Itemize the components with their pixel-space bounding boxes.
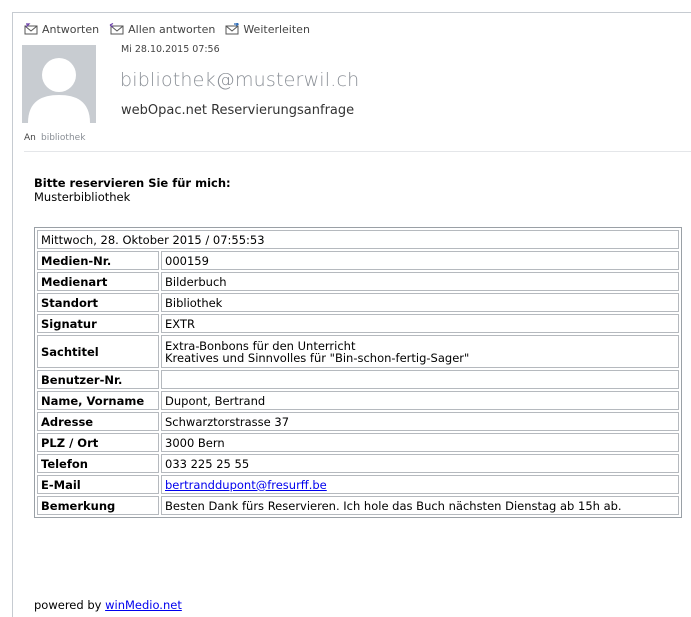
table-row: Adresse Schwarztorstrasse 37 [37,412,679,431]
reservation-timestamp: Mittwoch, 28. Oktober 2015 / 07:55:53 [37,230,679,249]
row-value: Extra-Bonbons für den Unterricht Kreativ… [161,335,679,368]
table-row: Medien-Nr. 000159 [37,251,679,270]
row-key: PLZ / Ort [37,433,159,452]
row-key: Sachtitel [37,335,159,368]
table-row: Telefon 033 225 25 55 [37,454,679,473]
row-value: 3000 Bern [161,433,679,452]
header-divider [24,151,691,152]
message-intro: Bitte reservieren Sie für mich: Musterbi… [34,176,231,204]
row-key: E-Mail [37,475,159,494]
row-key: Medien-Nr. [37,251,159,270]
row-key: Standort [37,293,159,312]
row-key: Telefon [37,454,159,473]
winmedio-link[interactable]: winMedio.net [105,598,182,612]
row-key: Adresse [37,412,159,431]
row-value: Dupont, Bertrand [161,391,679,410]
forward-label: Weiterleiten [243,22,310,36]
reply-button[interactable]: Antworten [24,23,99,36]
top-border [12,12,691,13]
table-row: E-Mail bertranddupont@fresurff.be [37,475,679,494]
row-key: Medienart [37,272,159,291]
title-line-1: Extra-Bonbons für den Unterricht [165,338,356,353]
row-value: 000159 [161,251,679,270]
email-window: Antworten Allen antworten Weiterleiten M… [0,0,691,617]
table-row: Medienart Bilderbuch [37,272,679,291]
row-key: Name, Vorname [37,391,159,410]
reply-all-button[interactable]: Allen antworten [109,23,215,36]
reservation-table: Mittwoch, 28. Oktober 2015 / 07:55:53 Me… [34,227,682,518]
powered-by-text: powered by [34,598,106,612]
reply-label: Antworten [42,22,100,36]
row-value: Bilderbuch [161,272,679,291]
table-row: Signatur EXTR [37,314,679,333]
row-value: Bibliothek [161,293,679,312]
row-value: Besten Dank fürs Reservieren. Ich hole d… [161,496,679,515]
to-label: An [24,133,36,143]
row-value: bertranddupont@fresurff.be [161,475,679,494]
table-row: PLZ / Ort 3000 Bern [37,433,679,452]
table-header-row: Mittwoch, 28. Oktober 2015 / 07:55:53 [37,230,679,249]
intro-heading: Bitte reservieren Sie für mich: [34,176,231,190]
table-row: Name, Vorname Dupont, Bertrand [37,391,679,410]
table-row: Sachtitel Extra-Bonbons für den Unterric… [37,335,679,368]
action-toolbar: Antworten Allen antworten Weiterleiten [24,20,320,38]
reply-all-label: Allen antworten [128,22,216,36]
row-key: Signatur [37,314,159,333]
message-date: Mi 28.10.2015 07:56 [121,44,220,55]
title-line-2: Kreatives und Sinnvolles für "Bin-schon-… [165,350,470,365]
table-row: Benutzer-Nr. [37,370,679,389]
avatar [22,45,96,123]
reply-icon [24,23,38,35]
left-border [12,12,13,617]
message-subject: webOpac.net Reservierungsanfrage [121,103,355,118]
email-link[interactable]: bertranddupont@fresurff.be [165,478,327,492]
row-value: 033 225 25 55 [161,454,679,473]
library-name: Musterbibliothek [34,190,131,204]
row-value: EXTR [161,314,679,333]
row-key: Benutzer-Nr. [37,370,159,389]
to-recipient[interactable]: bibliothek [41,133,85,143]
table-row: Bemerkung Besten Dank fürs Reservieren. … [37,496,679,515]
sender-address[interactable]: bibliothek@musterwil.ch [120,69,359,91]
row-value: Schwarztorstrasse 37 [161,412,679,431]
powered-by: powered by winMedio.net [34,598,182,612]
person-icon [28,58,90,123]
forward-button[interactable]: Weiterleiten [225,23,310,36]
row-key: Bemerkung [37,496,159,515]
row-value [161,370,679,389]
table-row: Standort Bibliothek [37,293,679,312]
reply-all-icon [109,23,124,35]
forward-icon [225,23,240,35]
